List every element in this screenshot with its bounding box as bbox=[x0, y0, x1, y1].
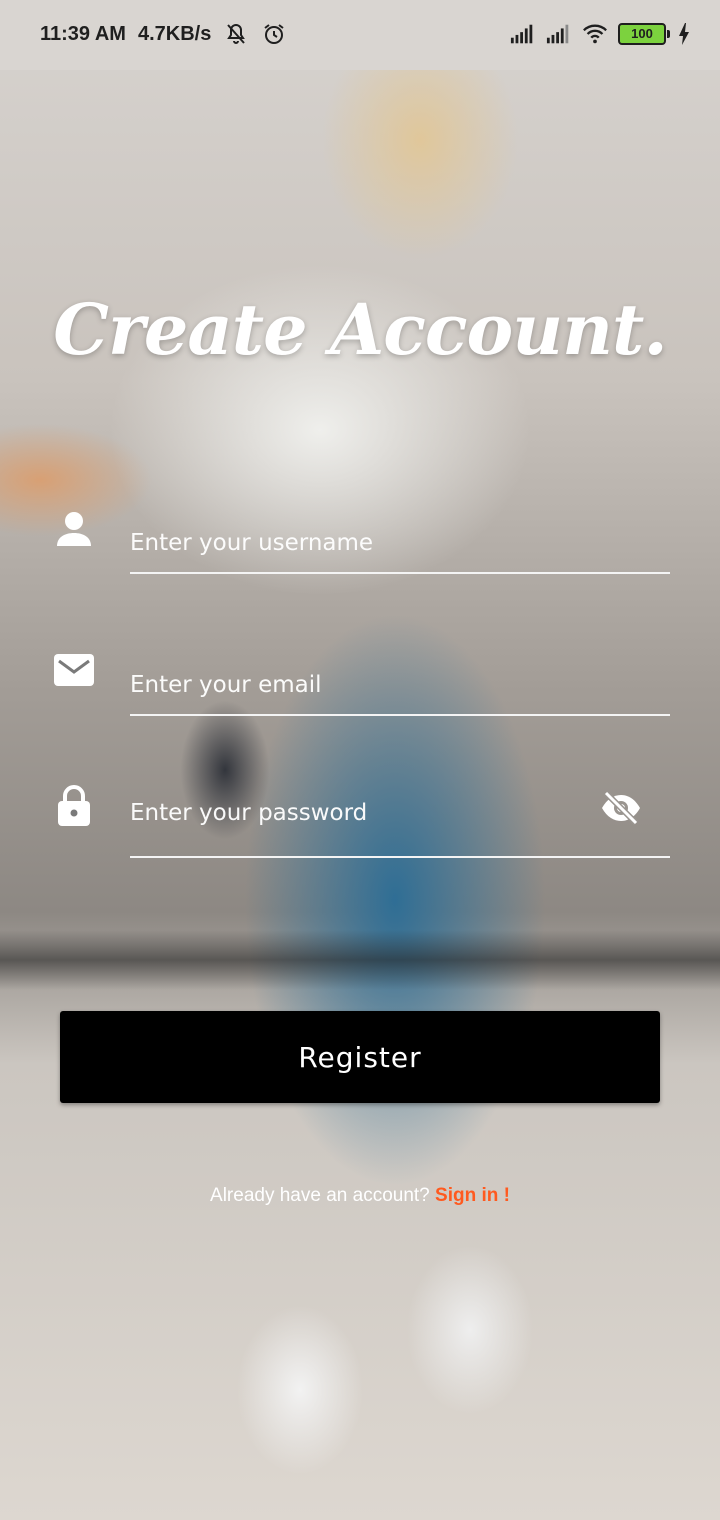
signin-prompt-line: Already have an account? Sign in ! bbox=[0, 1185, 720, 1207]
status-right: 100 bbox=[510, 22, 692, 46]
eye-off-icon[interactable] bbox=[600, 790, 642, 826]
signal-icon bbox=[546, 24, 569, 44]
page-title: Create Account. bbox=[53, 288, 667, 371]
signal-icon bbox=[510, 24, 533, 44]
lock-icon bbox=[58, 785, 90, 826]
password-row bbox=[0, 770, 720, 860]
signin-link[interactable]: Sign in ! bbox=[435, 1185, 510, 1206]
username-row bbox=[0, 500, 720, 590]
background-shade bbox=[0, 930, 720, 990]
status-speed: 4.7KB/s bbox=[137, 22, 212, 45]
bell-off-icon bbox=[227, 23, 246, 44]
wifi-icon bbox=[583, 24, 607, 44]
register-button[interactable]: Register bbox=[60, 1011, 660, 1103]
mail-icon bbox=[54, 654, 94, 686]
signin-prompt-text: Already have an account? bbox=[210, 1185, 436, 1206]
username-input[interactable] bbox=[130, 514, 670, 574]
email-input[interactable] bbox=[130, 656, 670, 716]
background-photo bbox=[0, 0, 720, 1520]
person-icon bbox=[57, 512, 91, 546]
alarm-icon bbox=[264, 24, 284, 44]
status-time: 11:39 AM bbox=[40, 22, 126, 45]
status-left: 11:39 AM 4.7KB/s bbox=[40, 22, 287, 46]
password-input[interactable] bbox=[130, 770, 670, 858]
battery-indicator: 100 bbox=[618, 23, 670, 45]
status-bar: 11:39 AM 4.7KB/s 100 bbox=[0, 0, 720, 70]
charging-icon bbox=[679, 23, 689, 45]
email-row bbox=[0, 642, 720, 732]
